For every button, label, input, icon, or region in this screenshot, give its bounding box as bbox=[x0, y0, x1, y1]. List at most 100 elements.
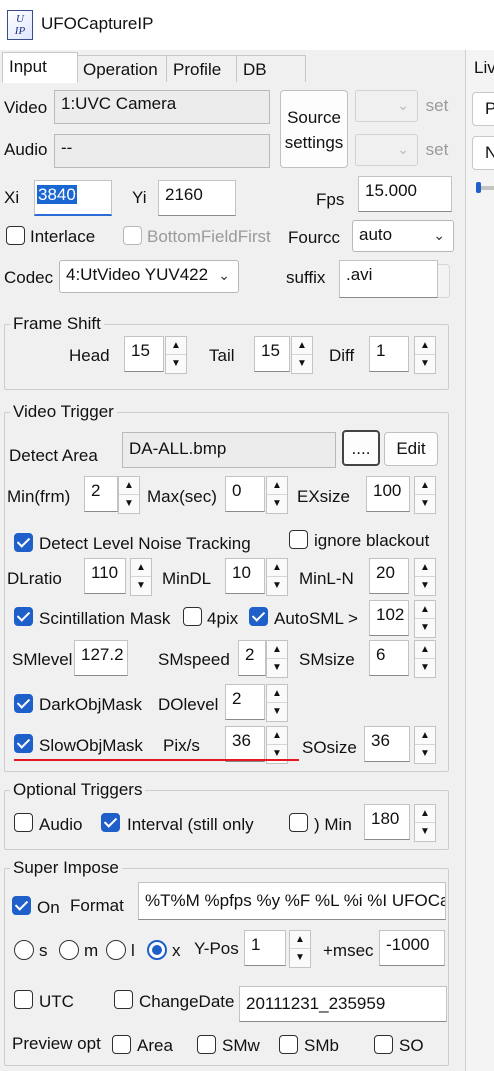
tab-live[interactable]: Liv bbox=[474, 58, 494, 78]
smspeed-input[interactable]: 2 bbox=[238, 640, 266, 676]
mindl-spinner[interactable]: ▲ ▼ bbox=[266, 558, 288, 596]
max-sec-input[interactable]: 0 bbox=[225, 476, 265, 512]
spin-up-icon[interactable]: ▲ bbox=[415, 727, 435, 745]
spin-up-icon[interactable]: ▲ bbox=[415, 477, 435, 495]
exsize-input[interactable]: 100 bbox=[366, 476, 410, 512]
source-settings-button[interactable]: Source settings bbox=[280, 90, 348, 168]
edit-button[interactable]: Edit bbox=[384, 432, 438, 466]
scintillation-mask-checkbox[interactable] bbox=[14, 607, 33, 626]
spin-down-icon[interactable]: ▼ bbox=[415, 495, 435, 513]
spin-up-icon[interactable]: ▲ bbox=[267, 641, 287, 659]
tab-db[interactable]: DB bbox=[236, 55, 306, 83]
video-set-button[interactable]: set bbox=[422, 92, 452, 122]
tail-spinner[interactable]: ▲ ▼ bbox=[291, 336, 313, 374]
change-date-input[interactable]: 20111231_235959 bbox=[239, 986, 447, 1022]
smsize-input[interactable]: 6 bbox=[369, 640, 409, 676]
head-spinner[interactable]: ▲ ▼ bbox=[165, 336, 187, 374]
dark-obj-mask-checkbox[interactable] bbox=[14, 694, 33, 713]
spin-up-icon[interactable]: ▲ bbox=[267, 727, 287, 745]
msec-input[interactable]: -1000 bbox=[379, 930, 445, 966]
spin-down-icon[interactable]: ▼ bbox=[131, 577, 151, 595]
ignore-blackout-checkbox[interactable] bbox=[289, 530, 308, 549]
spin-down-icon[interactable]: ▼ bbox=[415, 745, 435, 763]
live-slider-thumb[interactable] bbox=[476, 182, 481, 193]
fps-input[interactable]: 15.000 bbox=[358, 176, 452, 212]
spin-down-icon[interactable]: ▼ bbox=[267, 659, 287, 677]
spin-down-icon[interactable]: ▼ bbox=[415, 577, 435, 595]
spin-up-icon[interactable]: ▲ bbox=[119, 477, 139, 495]
radio-size-s[interactable] bbox=[14, 940, 34, 960]
mindl-input[interactable]: 10 bbox=[225, 558, 265, 594]
spin-up-icon[interactable]: ▲ bbox=[267, 685, 287, 703]
spin-up-icon[interactable]: ▲ bbox=[292, 337, 312, 355]
spin-down-icon[interactable]: ▼ bbox=[166, 355, 186, 373]
smspeed-spinner[interactable]: ▲ ▼ bbox=[266, 640, 288, 678]
spin-down-icon[interactable]: ▼ bbox=[415, 355, 435, 373]
interlace-checkbox[interactable] bbox=[6, 226, 25, 245]
interval-min-input[interactable]: 180 bbox=[364, 804, 410, 840]
video-format-select[interactable]: ⌄ bbox=[355, 90, 418, 122]
spin-up-icon[interactable]: ▲ bbox=[166, 337, 186, 355]
preview-so-checkbox[interactable] bbox=[374, 1035, 393, 1054]
tab-input[interactable]: Input bbox=[2, 52, 78, 83]
min-frm-input[interactable]: 2 bbox=[84, 476, 118, 512]
utc-checkbox[interactable] bbox=[14, 990, 33, 1009]
spin-up-icon[interactable]: ▲ bbox=[267, 477, 287, 495]
spin-down-icon[interactable]: ▼ bbox=[267, 495, 287, 513]
spin-down-icon[interactable]: ▼ bbox=[415, 659, 435, 677]
tail-input[interactable]: 15 bbox=[254, 336, 290, 372]
spin-down-icon[interactable]: ▼ bbox=[119, 495, 139, 513]
spin-up-icon[interactable]: ▲ bbox=[415, 337, 435, 355]
live-button-p[interactable]: P bbox=[472, 92, 494, 126]
min-trigger-checkbox[interactable] bbox=[289, 813, 308, 832]
spin-up-icon[interactable]: ▲ bbox=[415, 601, 435, 619]
spin-up-icon[interactable]: ▲ bbox=[267, 559, 287, 577]
sosize-spinner[interactable]: ▲ ▼ bbox=[414, 726, 436, 764]
detect-area-field[interactable]: DA-ALL.bmp bbox=[122, 432, 336, 468]
super-impose-on-checkbox[interactable] bbox=[12, 896, 31, 915]
preview-smw-checkbox[interactable] bbox=[197, 1035, 216, 1054]
exsize-spinner[interactable]: ▲ ▼ bbox=[414, 476, 436, 514]
radio-size-m[interactable] bbox=[59, 940, 79, 960]
spin-down-icon[interactable]: ▼ bbox=[290, 949, 310, 967]
spin-down-icon[interactable]: ▼ bbox=[415, 823, 435, 841]
minln-input[interactable]: 20 bbox=[369, 558, 409, 594]
preview-smb-checkbox[interactable] bbox=[279, 1035, 298, 1054]
audio-trigger-checkbox[interactable] bbox=[14, 813, 33, 832]
spin-up-icon[interactable]: ▲ bbox=[415, 641, 435, 659]
auto-sml-checkbox[interactable] bbox=[249, 607, 268, 626]
spin-up-icon[interactable]: ▲ bbox=[131, 559, 151, 577]
detect-level-checkbox[interactable] bbox=[14, 533, 33, 552]
auto-sml-input[interactable]: 102 bbox=[369, 600, 409, 636]
xi-input[interactable]: 3840 bbox=[34, 180, 112, 216]
pix-per-sec-input[interactable]: 36 bbox=[225, 726, 265, 762]
preview-area-checkbox[interactable] bbox=[112, 1035, 131, 1054]
spin-up-icon[interactable]: ▲ bbox=[290, 931, 310, 949]
spin-down-icon[interactable]: ▼ bbox=[292, 355, 312, 373]
tab-profile[interactable]: Profile bbox=[166, 55, 238, 83]
fourcc-select[interactable]: auto ⌄ bbox=[352, 220, 454, 252]
audio-device-field[interactable]: -- bbox=[54, 134, 270, 168]
video-device-field[interactable]: 1:UVC Camera bbox=[54, 90, 270, 124]
tab-operation[interactable]: Operation bbox=[76, 55, 168, 83]
min-frm-spinner[interactable]: ▲ ▼ bbox=[118, 476, 140, 514]
dolevel-input[interactable]: 2 bbox=[225, 684, 265, 720]
spin-down-icon[interactable]: ▼ bbox=[267, 703, 287, 721]
smlevel-input[interactable]: 127.2 bbox=[74, 640, 128, 676]
auto-sml-spinner[interactable]: ▲ ▼ bbox=[414, 600, 436, 638]
audio-set-button[interactable]: set bbox=[422, 136, 452, 166]
max-sec-spinner[interactable]: ▲ ▼ bbox=[266, 476, 288, 514]
format-input[interactable]: %T%M %pfps %y %F %L %i %I UFOCa bbox=[138, 882, 446, 920]
suffix-input[interactable]: .avi bbox=[339, 260, 438, 298]
dlratio-spinner[interactable]: ▲ ▼ bbox=[130, 558, 152, 596]
interval-min-spinner[interactable]: ▲ ▼ bbox=[414, 804, 436, 842]
spin-down-icon[interactable]: ▼ bbox=[415, 619, 435, 637]
audio-format-select[interactable]: ⌄ bbox=[355, 134, 418, 166]
live-button-n[interactable]: N bbox=[472, 136, 494, 170]
dlratio-input[interactable]: 110 bbox=[84, 558, 126, 594]
radio-size-l[interactable] bbox=[106, 940, 126, 960]
spin-up-icon[interactable]: ▲ bbox=[415, 559, 435, 577]
spin-up-icon[interactable]: ▲ bbox=[415, 805, 435, 823]
diff-spinner[interactable]: ▲ ▼ bbox=[414, 336, 436, 374]
diff-input[interactable]: 1 bbox=[369, 336, 409, 372]
